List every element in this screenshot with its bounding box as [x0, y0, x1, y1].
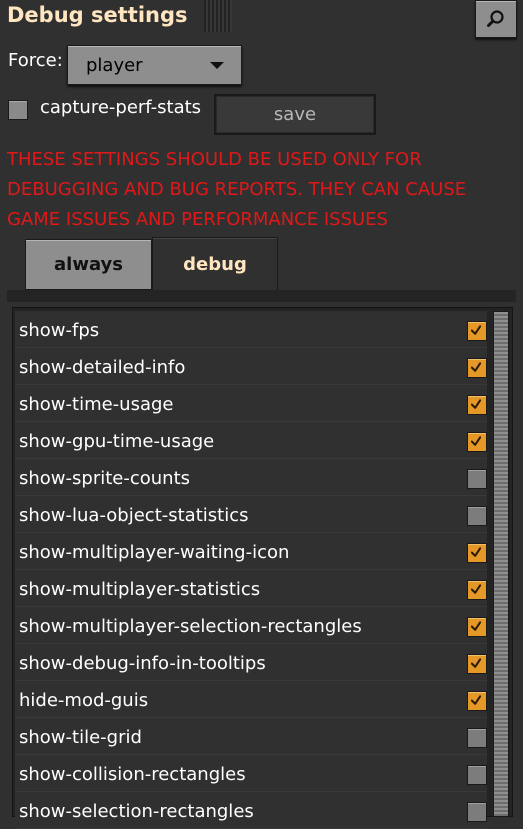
setting-checkbox[interactable]: [467, 802, 487, 822]
setting-row: show-fps: [15, 311, 487, 348]
setting-label: show-lua-object-statistics: [19, 505, 249, 526]
tab-debug[interactable]: debug: [152, 237, 278, 291]
chevron-down-icon: [210, 62, 224, 69]
check-icon: [471, 362, 481, 372]
setting-checkbox[interactable]: [467, 691, 487, 711]
setting-checkbox[interactable]: [467, 358, 487, 378]
setting-row: show-tile-grid: [15, 718, 487, 755]
tab-divider: [7, 290, 516, 302]
setting-label: show-collision-rectangles: [19, 764, 246, 785]
force-dropdown[interactable]: player: [67, 45, 242, 85]
setting-label: show-sprite-counts: [19, 468, 191, 489]
setting-row: show-detailed-info: [15, 348, 487, 385]
setting-label: show-detailed-info: [19, 357, 186, 378]
setting-row: show-multiplayer-statistics: [15, 570, 487, 607]
setting-row: show-collision-rectangles: [15, 755, 487, 792]
setting-row: show-sprite-counts: [15, 459, 487, 496]
setting-checkbox[interactable]: [467, 432, 487, 452]
setting-row: show-debug-info-in-tooltips: [15, 644, 487, 681]
force-label: Force:: [8, 50, 63, 71]
check-icon: [471, 584, 481, 594]
scrollbar[interactable]: [493, 311, 509, 817]
title-bar: Debug settings: [0, 0, 523, 38]
check-icon: [471, 436, 481, 446]
setting-label: hide-mod-guis: [19, 690, 149, 711]
setting-label: show-debug-info-in-tooltips: [19, 653, 266, 674]
drag-handle[interactable]: [204, 0, 232, 32]
setting-checkbox[interactable]: [467, 654, 487, 674]
capture-perf-stats-label: capture-perf-stats: [40, 97, 202, 118]
check-icon: [471, 621, 481, 631]
setting-checkbox[interactable]: [467, 617, 487, 637]
search-icon: [487, 10, 504, 27]
warning-text: THESE SETTINGS SHOULD BE USED ONLY FOR D…: [7, 149, 467, 230]
setting-label: show-time-usage: [19, 394, 174, 415]
check-icon: [471, 547, 481, 557]
setting-row: show-selection-rectangles: [15, 792, 487, 829]
setting-row: show-lua-object-statistics: [15, 496, 487, 533]
check-icon: [471, 695, 481, 705]
tab-always[interactable]: always: [25, 239, 152, 290]
setting-row: show-gpu-time-usage: [15, 422, 487, 459]
check-icon: [471, 399, 481, 409]
setting-label: show-gpu-time-usage: [19, 431, 215, 452]
window-title: Debug settings: [7, 3, 188, 27]
setting-label: show-fps: [19, 320, 100, 341]
setting-checkbox[interactable]: [467, 765, 487, 785]
setting-row: show-multiplayer-waiting-icon: [15, 533, 487, 570]
setting-checkbox[interactable]: [467, 506, 487, 526]
setting-label: show-multiplayer-selection-rectangles: [19, 616, 362, 637]
force-dropdown-value: player: [86, 55, 143, 76]
setting-checkbox[interactable]: [467, 728, 487, 748]
setting-checkbox[interactable]: [467, 321, 487, 341]
setting-checkbox[interactable]: [467, 580, 487, 600]
setting-label: show-selection-rectangles: [19, 801, 254, 822]
setting-row: show-multiplayer-selection-rectangles: [15, 607, 487, 644]
setting-label: show-multiplayer-waiting-icon: [19, 542, 290, 563]
save-button[interactable]: save: [214, 94, 376, 135]
setting-label: show-tile-grid: [19, 727, 142, 748]
check-icon: [471, 325, 481, 335]
settings-list: show-fps show-detailed-info show-time-usag…: [15, 311, 487, 829]
setting-label: show-multiplayer-statistics: [19, 579, 261, 600]
setting-row: hide-mod-guis: [15, 681, 487, 718]
capture-perf-stats-checkbox[interactable]: [8, 100, 28, 120]
setting-checkbox[interactable]: [467, 543, 487, 563]
search-button[interactable]: [475, 0, 517, 38]
setting-row: show-time-usage: [15, 385, 487, 422]
check-icon: [471, 658, 481, 668]
setting-checkbox[interactable]: [467, 395, 487, 415]
setting-checkbox[interactable]: [467, 469, 487, 489]
